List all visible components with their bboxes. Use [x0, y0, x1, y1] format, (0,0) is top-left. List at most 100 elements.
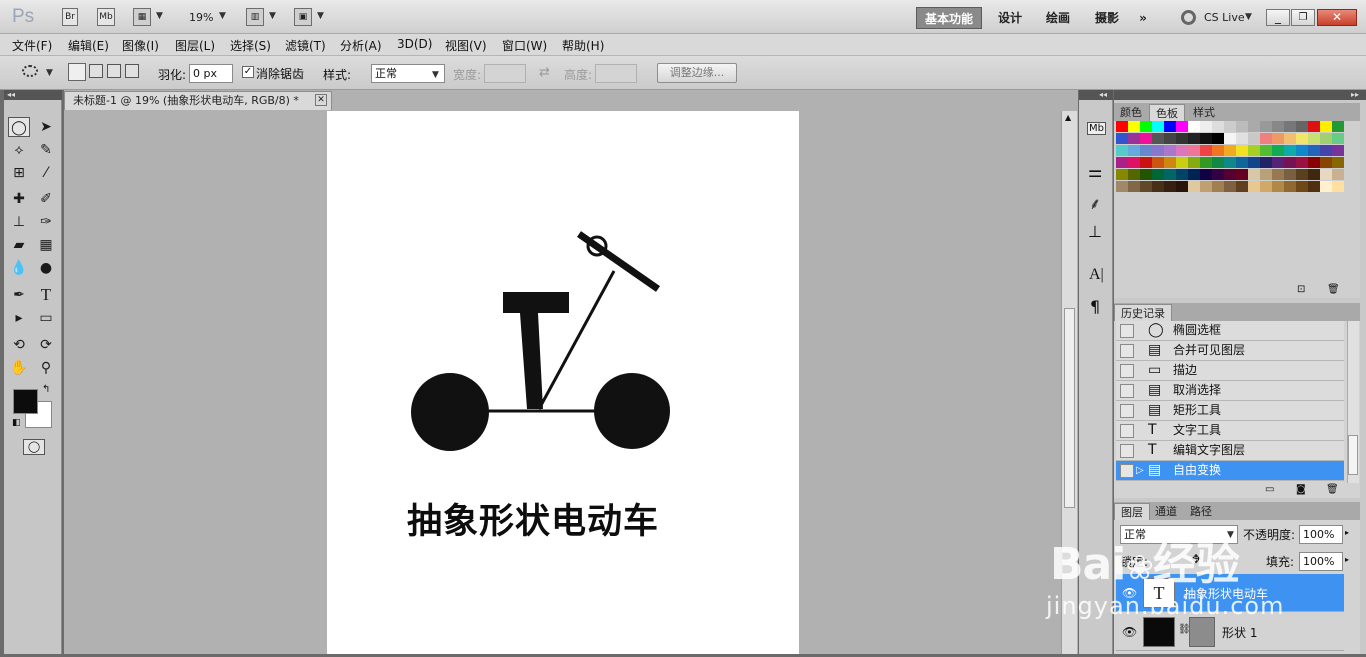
document-tab[interactable]: 未标题-1 @ 19% (抽象形状电动车, RGB/8) * ✕	[64, 91, 332, 110]
color-swatch[interactable]	[1140, 181, 1152, 192]
color-swatch[interactable]	[1320, 121, 1332, 132]
quick-selection-tool-icon[interactable]: ✎	[35, 140, 57, 160]
menu-edit[interactable]: 编辑(E)	[68, 37, 109, 54]
tab-layers[interactable]: 图层	[1114, 503, 1150, 520]
color-swatch[interactable]	[1248, 121, 1260, 132]
color-swatch[interactable]	[1200, 157, 1212, 168]
color-swatch[interactable]	[1212, 145, 1224, 156]
document-canvas[interactable]: 抽象形状电动车	[327, 111, 799, 654]
history-checkbox[interactable]	[1120, 384, 1134, 398]
history-state-row[interactable]: ▤ 取消选择	[1116, 381, 1344, 401]
color-swatch[interactable]	[1248, 133, 1260, 144]
color-swatch[interactable]	[1296, 157, 1308, 168]
chevron-down-icon[interactable]: ▼	[432, 70, 439, 80]
clone-source-icon[interactable]: ⊥	[1088, 222, 1102, 241]
chevron-down-icon[interactable]: ▼	[219, 11, 226, 21]
color-swatch[interactable]	[1224, 121, 1236, 132]
new-swatch-icon[interactable]: ⊡	[1297, 284, 1305, 295]
color-swatch[interactable]	[1176, 121, 1188, 132]
color-swatch[interactable]	[1272, 121, 1284, 132]
subtract-from-selection-button[interactable]	[107, 64, 121, 78]
color-swatch[interactable]	[1248, 181, 1260, 192]
menu-image[interactable]: 图像(I)	[122, 37, 159, 54]
color-swatch[interactable]	[1176, 145, 1188, 156]
color-swatch[interactable]	[1320, 145, 1332, 156]
workspace-design[interactable]: 设计	[992, 7, 1028, 29]
color-swatch[interactable]	[1188, 157, 1200, 168]
color-swatch[interactable]	[1188, 121, 1200, 132]
color-swatch[interactable]	[1308, 157, 1320, 168]
brush-presets-icon[interactable]: ⚌	[1088, 162, 1102, 181]
color-swatch[interactable]	[1128, 157, 1140, 168]
color-swatch[interactable]	[1212, 181, 1224, 192]
color-swatch[interactable]	[1128, 145, 1140, 156]
color-swatch[interactable]	[1116, 181, 1128, 192]
history-checkbox[interactable]	[1120, 324, 1134, 338]
color-swatch[interactable]	[1248, 157, 1260, 168]
color-swatch[interactable]	[1248, 145, 1260, 156]
color-swatch[interactable]	[1284, 169, 1296, 180]
color-swatch[interactable]	[1176, 133, 1188, 144]
color-swatch[interactable]	[1332, 157, 1344, 168]
opacity-slider-arrow-icon[interactable]: ▸	[1345, 528, 1349, 537]
chevron-down-icon[interactable]: ▼	[269, 11, 276, 21]
workspace-essentials[interactable]: 基本功能	[916, 7, 982, 29]
menu-analysis[interactable]: 分析(A)	[340, 37, 382, 54]
color-swatch[interactable]	[1140, 133, 1152, 144]
color-swatch[interactable]	[1272, 169, 1284, 180]
chevron-down-icon[interactable]: ▼	[156, 11, 163, 21]
blur-tool-icon[interactable]: 💧	[8, 258, 30, 278]
tab-paths[interactable]: 路径	[1184, 503, 1218, 520]
color-swatch[interactable]	[1236, 133, 1248, 144]
history-state-row[interactable]: T 编辑文字图层	[1116, 441, 1344, 461]
color-swatch[interactable]	[1332, 181, 1344, 192]
height-input[interactable]	[595, 64, 637, 83]
brush-tool-icon[interactable]: ✐	[35, 189, 57, 209]
bridge-button[interactable]: Br	[62, 8, 78, 26]
view-extras-button[interactable]: ▦	[133, 8, 151, 26]
eraser-tool-icon[interactable]: ▰	[8, 235, 30, 255]
new-selection-button[interactable]	[68, 63, 86, 81]
color-swatch[interactable]	[1284, 145, 1296, 156]
color-swatch[interactable]	[1224, 169, 1236, 180]
type-tool-icon[interactable]: T	[35, 285, 57, 305]
color-swatch[interactable]	[1308, 181, 1320, 192]
lasso-tool-icon[interactable]: ⟡	[8, 140, 30, 160]
color-swatch[interactable]	[1116, 169, 1128, 180]
color-swatch[interactable]	[1284, 133, 1296, 144]
delete-swatch-icon[interactable]: 🗑	[1327, 284, 1340, 295]
color-swatch[interactable]	[1236, 145, 1248, 156]
path-selection-tool-icon[interactable]: ▸	[8, 308, 30, 328]
cs-live-icon[interactable]	[1181, 10, 1196, 25]
menu-window[interactable]: 窗口(W)	[502, 37, 547, 54]
color-swatch[interactable]	[1212, 121, 1224, 132]
history-state-row[interactable]: T 文字工具	[1116, 421, 1344, 441]
gradient-tool-icon[interactable]: ▦	[35, 235, 57, 255]
color-swatch[interactable]	[1188, 133, 1200, 144]
history-checkbox[interactable]	[1120, 444, 1134, 458]
color-swatch[interactable]	[1128, 133, 1140, 144]
color-swatch[interactable]	[1200, 145, 1212, 156]
intersect-selection-button[interactable]	[125, 64, 139, 78]
color-swatch[interactable]	[1224, 145, 1236, 156]
history-brush-tool-icon[interactable]: ✑	[35, 212, 57, 232]
color-swatch[interactable]	[1140, 169, 1152, 180]
color-swatch[interactable]	[1248, 169, 1260, 180]
menu-view[interactable]: 视图(V)	[445, 37, 487, 54]
more-workspaces-icon[interactable]: »	[1133, 7, 1153, 29]
color-swatch[interactable]	[1260, 133, 1272, 144]
color-swatch[interactable]	[1260, 169, 1272, 180]
eyedropper-tool-icon[interactable]: ⁄	[35, 163, 57, 183]
quick-mask-icon[interactable]: ◯	[23, 439, 45, 455]
color-swatch[interactable]	[1320, 133, 1332, 144]
tab-color[interactable]: 颜色	[1114, 104, 1148, 121]
color-swatch[interactable]	[1296, 169, 1308, 180]
color-swatch[interactable]	[1164, 157, 1176, 168]
crop-tool-icon[interactable]: ⊞	[8, 163, 30, 183]
opacity-input[interactable]: 100%	[1299, 525, 1343, 544]
add-to-selection-button[interactable]	[89, 64, 103, 78]
color-swatch[interactable]	[1152, 169, 1164, 180]
color-swatch[interactable]	[1320, 169, 1332, 180]
scroll-up-arrow-icon[interactable]: ▲	[1065, 113, 1071, 122]
color-swatch[interactable]	[1116, 157, 1128, 168]
